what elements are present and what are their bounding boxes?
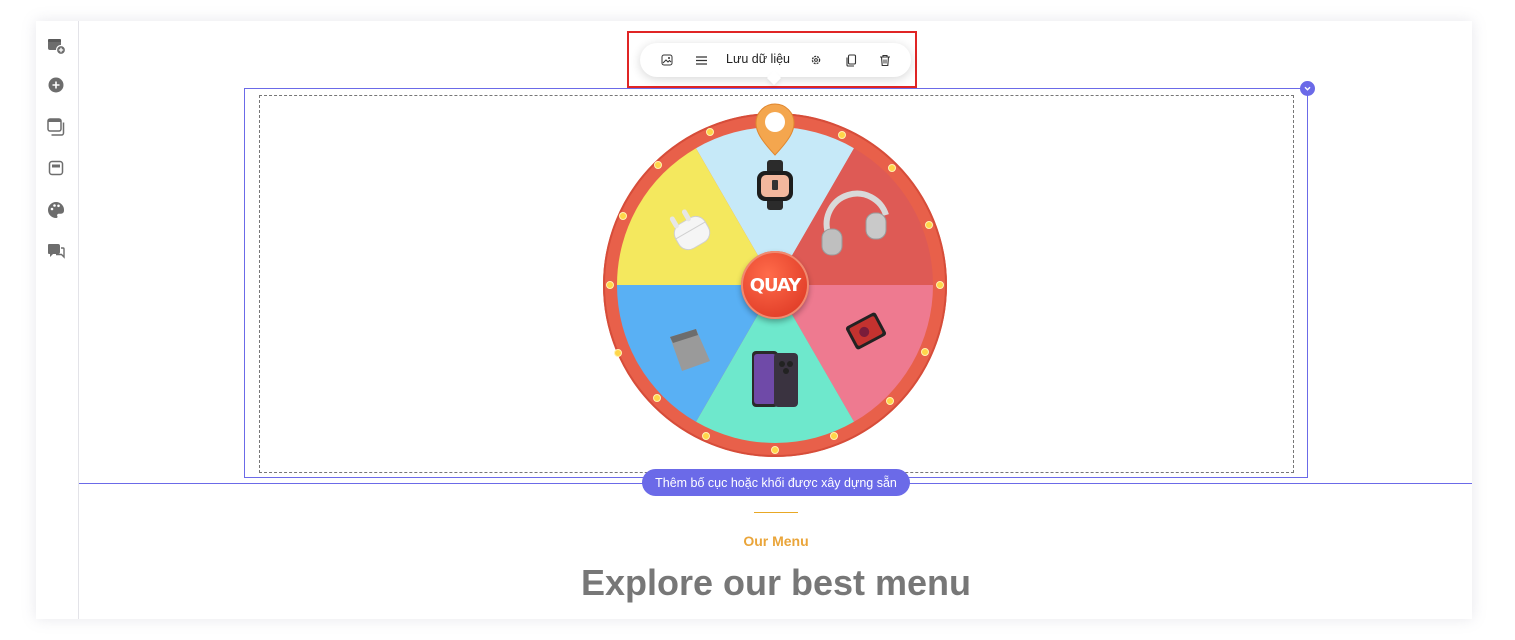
lucky-wheel[interactable]: QUAY	[600, 95, 956, 465]
chevron-down-icon	[1304, 86, 1311, 91]
section-eyebrow: Our Menu	[743, 533, 809, 549]
add-element-icon[interactable]	[45, 74, 67, 96]
gold-divider	[754, 512, 798, 513]
image-icon[interactable]	[657, 50, 677, 70]
trash-icon[interactable]	[875, 50, 895, 70]
editor-frame: QUAY Lưu dữ liệu Thêm bố cục hoặc khối đ…	[36, 21, 1472, 619]
section-heading: Explore our best menu	[580, 562, 972, 603]
save-data-button[interactable]: Lưu dữ liệu	[726, 52, 790, 66]
prize-smartphone-icon	[752, 351, 798, 407]
block-toggle-button[interactable]	[1300, 81, 1315, 96]
layers-icon[interactable]	[45, 116, 67, 138]
sidebar	[36, 21, 79, 619]
block-toolbar: Lưu dữ liệu	[640, 43, 911, 77]
palette-icon[interactable]	[45, 199, 67, 221]
page-canvas: QUAY Lưu dữ liệu Thêm bố cục hoặc khối đ…	[79, 21, 1472, 619]
spin-button[interactable]: QUAY	[741, 251, 809, 319]
duplicate-icon[interactable]	[841, 50, 861, 70]
add-section-icon[interactable]	[45, 35, 67, 57]
gear-icon[interactable]	[806, 50, 826, 70]
spin-button-label: QUAY	[749, 274, 802, 296]
page-icon[interactable]	[45, 157, 67, 179]
add-layout-button[interactable]: Thêm bố cục hoặc khối được xây dựng sẵn	[642, 469, 910, 496]
chat-icon[interactable]	[45, 240, 67, 262]
menu-icon[interactable]	[691, 50, 711, 70]
